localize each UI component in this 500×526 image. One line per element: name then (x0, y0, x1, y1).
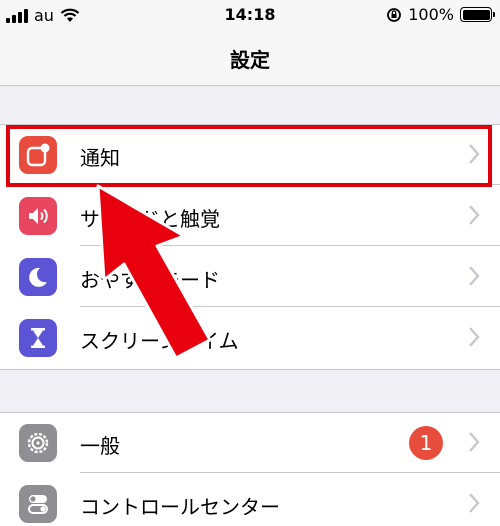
annotation-arrow (96, 184, 212, 360)
